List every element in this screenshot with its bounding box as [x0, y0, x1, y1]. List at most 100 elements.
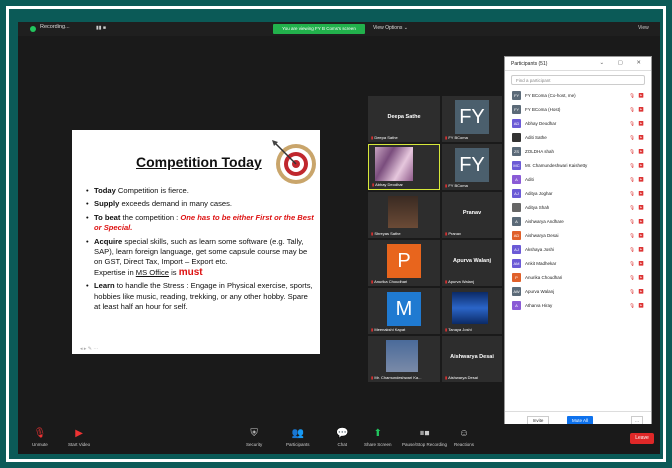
participant-name: ZOLDHA shah: [525, 149, 555, 154]
slide-title: Competition Today: [136, 154, 262, 170]
avatar: AD: [512, 119, 521, 128]
bullet-supply: Supply exceeds demand in many cases.: [86, 199, 314, 210]
mic-video-status-icon: 🎙 ▶: [629, 135, 645, 140]
participant-row[interactable]: AD Abhay Deodhar 🎙 ▶: [505, 117, 651, 131]
mic-video-status-icon: 🎙 ▶: [629, 177, 645, 182]
mic-video-status-icon: 🎙 ▶: [629, 303, 645, 308]
participant-row[interactable]: Aditya Shah 🎙 ▶: [505, 201, 651, 215]
view-options-button[interactable]: View Options ⌄: [373, 25, 408, 31]
participant-row[interactable]: MC Mr. Chamundeshwari Kaishetty 🎙 ▶: [505, 159, 651, 173]
participant-name: Mr. Chamundeshwari Kaishetty: [525, 163, 588, 168]
participants-panel: Participants (51) ⌄ ▢ ✕ Find a participa…: [504, 56, 652, 430]
camera-icon: ▶: [75, 428, 83, 439]
participant-name: Aditi: [525, 177, 534, 182]
participant-row[interactable]: A Aditi 🎙 ▶: [505, 173, 651, 187]
bullet-to-beat: To beat the competition : One has to be …: [86, 213, 314, 234]
security-button[interactable]: ⛨ Security: [246, 428, 262, 447]
slide-controls[interactable]: ◂ ▸ ✎ ⋯: [80, 346, 98, 352]
microphone-icon: 🎙: [33, 428, 47, 439]
participant-row[interactable]: AJ Akshaya Joshi 🎙 ▶: [505, 243, 651, 257]
chat-button[interactable]: 💬 Chat: [336, 428, 348, 447]
avatar: A: [512, 217, 521, 226]
slide-bullets: Today Competition is fierce. Supply exce…: [86, 186, 314, 315]
avatar: ZS: [512, 147, 521, 156]
participant-row[interactable]: AJ Aditya Joghar 🎙 ▶: [505, 187, 651, 201]
participant-list: FY FY BComa (Co-host, me) 🎙 ▶ FY FY BComa (H…: [505, 89, 651, 313]
avatar: P: [387, 243, 421, 278]
participant-row[interactable]: FY FY BComa (Host) 🎙 ▶: [505, 103, 651, 117]
participant-row[interactable]: Aditi Sathe 🎙 ▶: [505, 131, 651, 145]
video-feed: [388, 196, 418, 228]
participant-name: Aishwarya Desai: [525, 233, 559, 238]
participant-row[interactable]: A Aishwarya Andhare 🎙 ▶: [505, 215, 651, 229]
participant-name: Aditi Sathe: [525, 135, 547, 140]
participant-row[interactable]: ZS ZOLDHA shah 🎙 ▶: [505, 145, 651, 159]
participant-row[interactable]: AW Apurva Walanj 🎙 ▶: [505, 285, 651, 299]
mic-video-status-icon: 🎙 ▶: [629, 121, 645, 126]
video-tile[interactable]: Apurva Walanj Apurva Walanj: [442, 240, 502, 286]
participant-row[interactable]: AD Aishwarya Desai 🎙 ▶: [505, 229, 651, 243]
avatar: FY: [455, 147, 489, 182]
avatar: [512, 203, 521, 212]
participant-row[interactable]: P Anurika Choudhari 🎙 ▶: [505, 271, 651, 285]
video-tile[interactable]: Shreyas Sathe: [368, 192, 440, 238]
avatar: M: [387, 291, 421, 326]
mic-video-status-icon: 🎙 ▶: [629, 289, 645, 294]
mic-video-status-icon: 🎙 ▶: [629, 219, 645, 224]
mic-video-status-icon: 🎙 ▶: [629, 275, 645, 280]
avatar: FY: [512, 91, 521, 100]
participant-name: FY BComa (Host): [525, 107, 561, 112]
mic-video-status-icon: 🎙 ▶: [629, 93, 645, 98]
pause-stop-icon: ⏸⏹: [419, 428, 430, 439]
viewing-banner: You are viewing FY B Coms's screen: [273, 24, 365, 34]
participant-row[interactable]: FY FY BComa (Co-host, me) 🎙 ▶: [505, 89, 651, 103]
view-button[interactable]: View: [638, 25, 649, 31]
video-tile[interactable]: FY FY BComa: [442, 96, 502, 142]
mic-video-status-icon: 🎙 ▶: [629, 107, 645, 112]
video-tile-active[interactable]: Abhay Deodhar: [368, 144, 440, 190]
mic-video-status-icon: 🎙 ▶: [629, 191, 645, 196]
avatar: MC: [512, 161, 521, 170]
avatar: P: [512, 273, 521, 282]
avatar: A: [512, 175, 521, 184]
video-tile[interactable]: Mr. Chamundeshwari Ka...: [368, 336, 440, 382]
avatar: AJ: [512, 245, 521, 254]
participant-name: Atharva Hiray: [525, 303, 553, 308]
participant-name: Akshaya Joshi: [525, 247, 555, 252]
avatar: AM: [512, 259, 521, 268]
panel-window-controls[interactable]: ⌄ ▢ ✕: [600, 60, 647, 66]
mic-video-status-icon: 🎙 ▶: [629, 149, 645, 154]
shared-slide: Competition Today Today Competition is f…: [72, 130, 320, 354]
participants-button[interactable]: 👥 Participants: [286, 428, 310, 447]
record-indicator-icon: [30, 26, 36, 32]
avatar: A: [512, 301, 521, 310]
mic-video-status-icon: 🎙 ▶: [629, 205, 645, 210]
video-tile[interactable]: FY FY BComa: [442, 144, 502, 190]
participant-row[interactable]: A Atharva Hiray 🎙 ▶: [505, 299, 651, 313]
reactions-button[interactable]: ☺ Reactions: [454, 428, 474, 447]
video-tile[interactable]: Pranav Pranav: [442, 192, 502, 238]
share-screen-button[interactable]: ⬆ Share Screen: [364, 428, 392, 447]
start-video-button[interactable]: ▶ Start Video: [68, 428, 90, 447]
unmute-button[interactable]: 🎙 Unmute: [32, 428, 48, 447]
video-feed: [375, 147, 413, 181]
mic-video-status-icon: 🎙 ▶: [629, 233, 645, 238]
share-icon: ⬆: [373, 428, 382, 439]
avatar: AW: [512, 287, 521, 296]
leave-button[interactable]: Leave: [630, 433, 654, 444]
participant-row[interactable]: AM Ankit Madhekar 🎙 ▶: [505, 257, 651, 271]
record-button[interactable]: ⏸⏹ Pause/Stop Recording: [402, 428, 447, 447]
video-tile[interactable]: Deepa Sathe Deepa Sathe: [368, 96, 440, 142]
bullet-today: Today Competition is fierce.: [86, 186, 314, 197]
video-tile[interactable]: Aishwarya Desai Aishwarya Desai: [442, 336, 502, 382]
video-tile[interactable]: Tanaya Joshi: [442, 288, 502, 334]
search-input[interactable]: Find a participant: [511, 75, 645, 85]
recording-label: Recording...: [40, 24, 70, 30]
video-tile[interactable]: P Anurika Choudhari: [368, 240, 440, 286]
avatar: AD: [512, 231, 521, 240]
bullet-acquire: Acquire special skills, such as learn so…: [86, 237, 314, 279]
video-feed: [386, 340, 418, 372]
recording-controls[interactable]: ▮▮ ■: [96, 25, 106, 31]
video-tile[interactable]: M Meenakshi Kapat: [368, 288, 440, 334]
participant-name: Aishwarya Andhare: [525, 219, 564, 224]
